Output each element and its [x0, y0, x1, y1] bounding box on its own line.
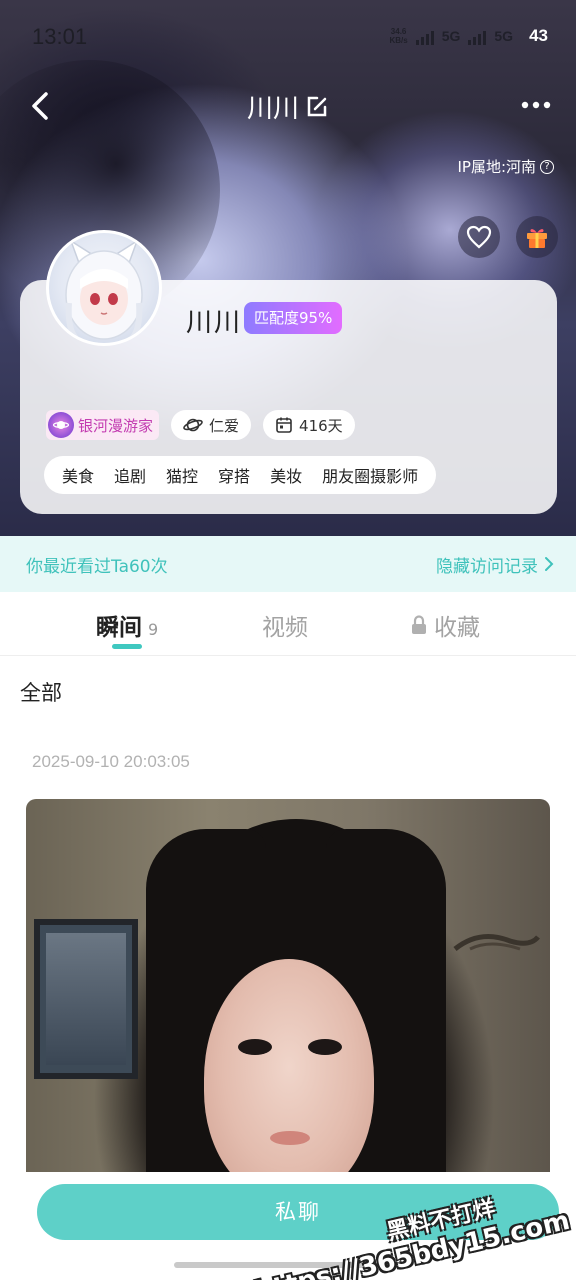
post-timestamp: 2025-09-10 20:03:05	[32, 752, 190, 771]
interest-tag: 追剧	[114, 467, 147, 486]
lock-icon	[412, 615, 426, 634]
photo-face	[204, 959, 374, 1199]
status-time: 13:01	[32, 24, 88, 49]
nav-title: 川川	[246, 94, 299, 124]
network-type-1: 5G	[441, 28, 461, 44]
galaxy-icon	[48, 412, 74, 438]
photo-eye	[238, 1039, 272, 1055]
days-label: 416天	[299, 416, 343, 435]
calendar-icon	[276, 417, 292, 433]
network-speed: 34.6 KB/s	[389, 27, 407, 45]
photo-wall-decoration	[453, 934, 540, 951]
more-button[interactable]	[516, 90, 556, 120]
interest-tags: 美食 追剧 猫控 穿搭 美妆 朋友圈摄影师	[44, 456, 437, 494]
nav-title-group: 川川	[0, 88, 576, 125]
status-indicators: 34.6 KB/s 5G 5G 43	[389, 26, 548, 46]
days-chip: 416天	[263, 410, 355, 440]
gift-icon	[527, 229, 547, 248]
favorite-button[interactable]	[458, 216, 500, 258]
level-badge[interactable]: 银河漫游家	[46, 410, 160, 440]
photo-eye	[308, 1039, 342, 1055]
profile-chips: 银河漫游家 仁爱 416天	[46, 410, 355, 440]
tab-moments-count: 9	[148, 620, 159, 639]
filter-all[interactable]: 全部	[20, 677, 62, 707]
planet-chip: 仁爱	[171, 410, 252, 440]
visit-record-bar: 你最近看过Ta60次 隐藏访问记录	[0, 536, 576, 592]
edit-icon[interactable]	[305, 95, 329, 119]
tab-moments[interactable]: 瞬间 9	[96, 608, 158, 642]
nav-bar: 川川	[0, 80, 576, 136]
tab-moments-label: 瞬间	[96, 615, 142, 641]
content-tabs: 瞬间 9 视频 收藏	[0, 594, 576, 656]
interest-tag: 美妆	[270, 467, 303, 486]
avatar[interactable]	[46, 230, 162, 346]
planet-icon	[183, 418, 203, 432]
hide-visit-record-link[interactable]: 隐藏访问记录	[436, 552, 554, 577]
interest-tag: 穿搭	[218, 467, 251, 486]
battery-level: 43	[529, 26, 548, 45]
match-badge: 匹配度95%	[244, 302, 343, 334]
ip-location[interactable]: IP属地:河南 ?	[457, 156, 554, 177]
network-type-2: 5G	[494, 28, 514, 44]
network-speed-unit: KB/s	[389, 36, 408, 45]
photo-wall-frame	[34, 919, 138, 1079]
planet-label: 仁爱	[209, 416, 240, 435]
network-speed-value: 34.6	[390, 27, 407, 36]
signal-bars-icon	[415, 27, 434, 45]
status-bar: 13:01 34.6 KB/s 5G 5G 43	[0, 0, 576, 76]
interest-tag: 猫控	[166, 467, 199, 486]
heart-icon	[466, 225, 492, 249]
interest-tag: 美食	[62, 467, 95, 486]
chevron-right-icon	[545, 557, 554, 571]
help-icon[interactable]: ?	[540, 159, 554, 174]
tab-favorites[interactable]: 收藏	[410, 608, 480, 642]
more-horizontal-icon	[521, 101, 551, 109]
avatar-illustration	[65, 239, 143, 343]
ip-location-text: IP属地:河南	[457, 158, 536, 176]
level-label: 银河漫游家	[78, 416, 154, 435]
tab-videos-label: 视频	[262, 615, 308, 641]
tab-videos[interactable]: 视频	[262, 608, 308, 642]
hide-visit-record-label: 隐藏访问记录	[436, 556, 538, 577]
interest-tag: 朋友圈摄影师	[322, 467, 419, 486]
profile-name: 川川	[186, 308, 243, 338]
gift-button[interactable]	[516, 216, 558, 258]
visit-count-text: 你最近看过Ta60次	[26, 556, 168, 577]
tab-favorites-label: 收藏	[434, 615, 480, 641]
profile-card: 川川 匹配度95% 银河漫游家 仁爱 416天 美食 追剧 猫控 穿搭 美妆 朋…	[20, 230, 557, 514]
photo-lips	[270, 1131, 310, 1145]
post-photo[interactable]	[26, 799, 550, 1199]
tab-active-indicator	[112, 644, 142, 649]
signal-bars-icon	[468, 27, 487, 45]
